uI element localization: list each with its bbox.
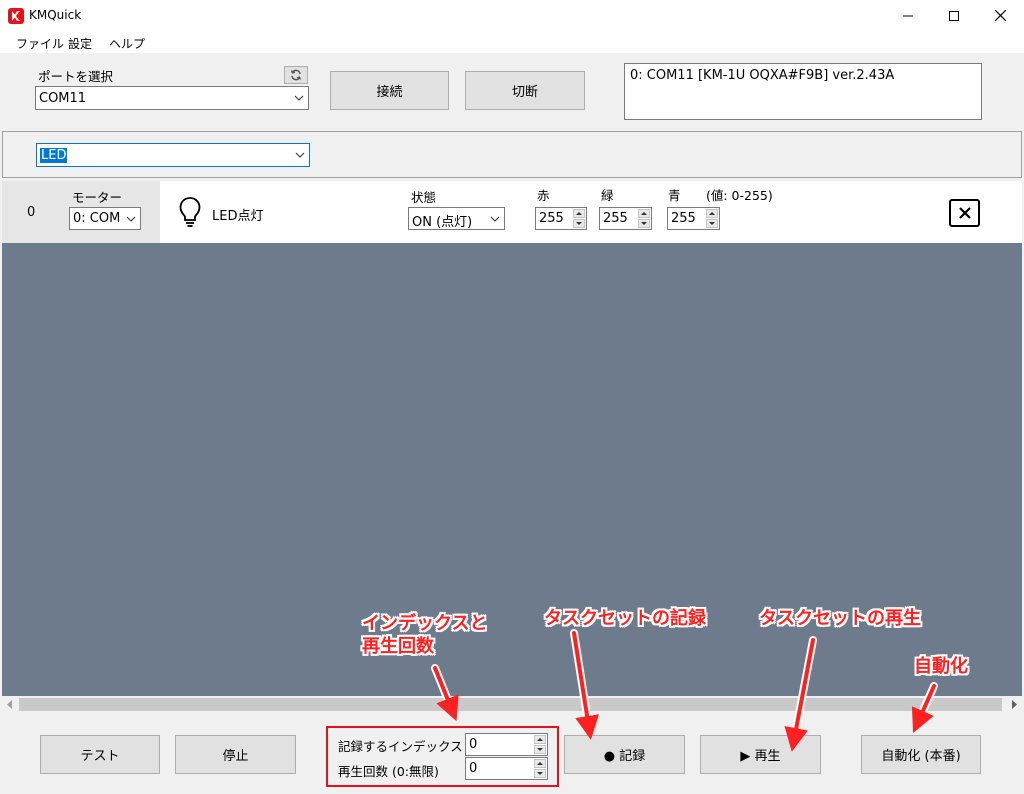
app-logo-icon (8, 8, 24, 24)
port-select[interactable]: COM11 (35, 86, 309, 110)
blue-label: 青 (668, 188, 681, 203)
annotation-auto: 自動化 (914, 656, 968, 677)
scrollbar-thumb[interactable] (19, 698, 1002, 711)
chevron-down-icon (294, 95, 304, 101)
scroll-right-icon[interactable] (1010, 700, 1018, 709)
device-info-box: 0: COM11 [KM-1U OQXA#F9B] ver.2.43A (624, 63, 982, 120)
scroll-left-icon[interactable] (6, 700, 14, 709)
record-button[interactable]: ● 記録 (564, 735, 685, 774)
motor-label: モーター (72, 190, 123, 205)
minimize-button[interactable] (885, 0, 931, 31)
light-bulb-icon (179, 197, 201, 227)
annotation-highlight-box (326, 726, 559, 787)
green-value: 255 (603, 211, 628, 226)
spinner-up-icon[interactable] (706, 209, 718, 218)
menu-bar (0, 31, 1024, 53)
disconnect-button[interactable]: 切断 (465, 71, 585, 110)
green-spinner[interactable] (638, 209, 650, 228)
window-title: KMQuick (29, 8, 82, 22)
annotation-index-line1: インデックスと (362, 613, 488, 634)
spinner-up-icon[interactable] (638, 209, 650, 218)
red-spinner[interactable] (573, 209, 585, 228)
refresh-ports-button[interactable] (284, 66, 308, 84)
task-type-select[interactable]: LED (36, 143, 310, 167)
close-icon (994, 10, 1006, 21)
task-action-label: LED点灯 (212, 209, 264, 224)
menu-help[interactable]: ヘルプ (109, 35, 145, 52)
blue-value-input[interactable]: 255 (667, 207, 720, 230)
close-button[interactable] (977, 0, 1023, 31)
automate-button[interactable]: 自動化 (本番) (861, 735, 981, 774)
spinner-down-icon[interactable] (573, 219, 585, 228)
chevron-down-icon (295, 152, 305, 158)
red-value: 255 (539, 211, 564, 226)
connect-button[interactable]: 接続 (330, 71, 449, 110)
annotation-play: タスクセットの再生 (759, 608, 921, 629)
play-button[interactable]: ▶ 再生 (700, 735, 821, 774)
state-select-value: ON (点灯) (412, 215, 473, 230)
minimize-icon (903, 15, 913, 16)
delete-x-icon (958, 207, 971, 219)
maximize-icon (949, 10, 959, 21)
state-label: 状態 (411, 190, 437, 205)
spinner-down-icon[interactable] (706, 219, 718, 228)
red-value-input[interactable]: 255 (535, 207, 587, 230)
task-index: 0 (27, 205, 36, 220)
state-select[interactable]: ON (点灯) (408, 207, 505, 230)
port-select-value: COM11 (39, 91, 87, 106)
stop-button[interactable]: 停止 (175, 735, 296, 774)
task-type-value: LED (40, 148, 68, 163)
chevron-down-icon (126, 216, 136, 222)
motor-select-value: 0: COM (73, 211, 121, 226)
refresh-icon (290, 69, 302, 81)
menu-settings[interactable]: 設定 (68, 35, 92, 52)
menu-file[interactable]: ファイル (16, 35, 64, 52)
spinner-up-icon[interactable] (573, 209, 585, 218)
red-label: 赤 (537, 188, 550, 203)
green-label: 緑 (601, 188, 614, 203)
blue-spinner[interactable] (706, 209, 718, 228)
title-bar (0, 0, 1024, 31)
test-button[interactable]: テスト (40, 735, 160, 774)
maximize-button[interactable] (931, 0, 977, 31)
spinner-down-icon[interactable] (638, 219, 650, 228)
motor-select[interactable]: 0: COM (69, 207, 141, 230)
chevron-down-icon (490, 216, 500, 222)
delete-task-button[interactable] (949, 199, 980, 227)
annotation-record: タスクセットの記録 (544, 608, 706, 629)
green-value-input[interactable]: 255 (599, 207, 652, 230)
value-range-note: (値: 0-255) (706, 188, 773, 203)
blue-value: 255 (671, 211, 696, 226)
port-select-label: ポートを選択 (38, 69, 114, 84)
annotation-index-line2: 再生回数 (362, 636, 434, 657)
